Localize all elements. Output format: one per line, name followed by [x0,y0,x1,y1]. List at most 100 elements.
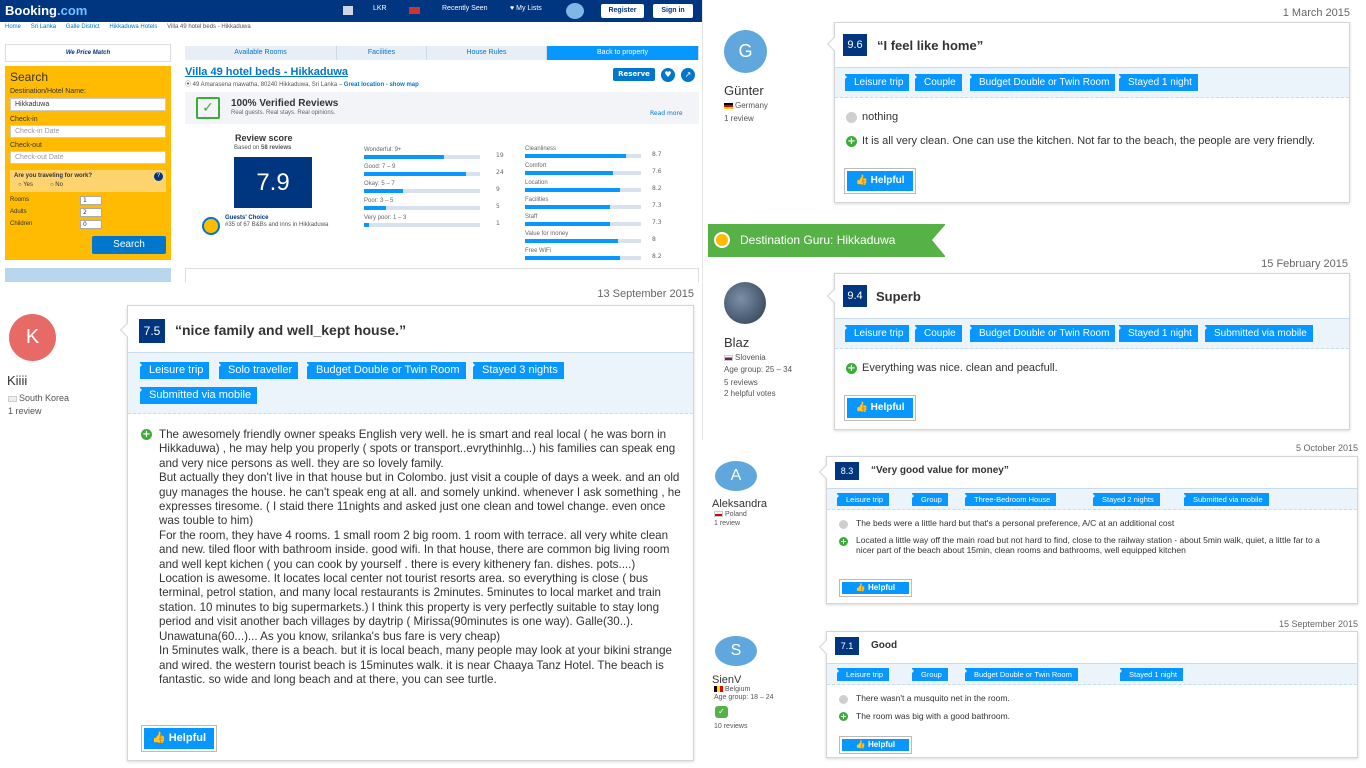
price-match-banner[interactable]: We Price Match [5,44,171,62]
distribution-bar[interactable] [364,155,480,159]
reserve-button[interactable]: Reserve [613,68,655,81]
positive-icon: + [839,537,848,546]
helpful-inner: 👍 Helpful [144,728,214,749]
language-flag-icon[interactable] [409,7,420,14]
thumbs-up-icon: 👍 [855,583,869,592]
recently-seen-link[interactable]: Recently Seen [442,5,488,12]
distribution-bar[interactable] [364,172,480,176]
helpful-label: Helpful [870,175,905,186]
distribution-bar[interactable] [364,206,480,210]
tag-stay-length: Stayed 1 night [1118,74,1198,91]
distribution-bar-fill [364,189,403,193]
card-pointer [818,464,834,480]
work-yes-radio[interactable]: ○ Yes [18,182,33,188]
tab-back-to-property[interactable]: Back to property [547,46,699,60]
work-no-radio[interactable]: ○ No [50,182,63,188]
helpful-button[interactable]: 👍 Helpful [141,725,217,752]
distribution-label: Okay: 5 – 7 [364,181,395,187]
tag-traveller-type: Group [911,668,948,681]
tab-available-rooms[interactable]: Available Rooms [185,46,337,60]
adults-select[interactable]: 2 [80,208,102,217]
tag-room-type: Budget Double or Twin Room [968,325,1116,342]
tag-traveller-type: Solo traveller [217,362,299,379]
distribution-count: 1 [496,220,500,227]
register-button[interactable]: Register [601,4,644,18]
review-count: 58 reviews [261,145,292,151]
category-bar [525,171,641,175]
adults-label: Adults [10,209,27,215]
reviewer-review-count: 10 reviews [714,723,748,730]
category-label: Free WiFi [525,248,551,254]
reviewer-country: South Korea [8,393,69,403]
checkin-field[interactable]: Check-in Date [10,125,166,138]
card-pointer [119,322,135,338]
distribution-count: 24 [496,169,504,176]
help-icon[interactable]: ? [154,172,163,181]
my-lists-label: My Lists [516,5,542,12]
review-score-badge: 8.3 [835,462,859,480]
helpful-inner: 👍 Helpful [847,171,913,191]
message-icon[interactable] [343,6,353,15]
distribution-bar[interactable] [364,189,480,193]
map-thumbnail[interactable] [5,268,171,282]
tag-trip-type: Leisure trip [835,493,890,506]
positive-review-text: Everything was nice. clean and peacfull. [862,362,1058,374]
destination-input[interactable]: Hikkaduwa [10,98,166,111]
guests-choice-title: Guests' Choice [225,215,269,221]
country-label: Germany [735,101,768,110]
breadcrumb-home[interactable]: Home [5,24,21,30]
helpful-button[interactable]: 👍 Helpful [839,579,912,597]
currency-selector[interactable]: LKR [373,5,387,12]
favorite-heart-icon[interactable]: ♥ [661,68,675,82]
breadcrumb-city[interactable]: Hikkaduwa Hotels [109,24,157,30]
breadcrumb: Home Sri Lanka Galle District Hikkaduwa … [5,24,259,30]
search-button[interactable]: Search [92,236,166,254]
address-text: 49 Amarasena mawatha, 80240 Hikkaduwa, S… [192,82,343,88]
checkout-field[interactable]: Check-out Date [10,151,166,164]
positive-review-text: The room was big with a good bathroom. [856,711,1011,721]
tab-facilities[interactable]: Facilities [337,46,427,60]
rooms-select[interactable]: 1 [80,196,102,205]
reviewer-review-count: 1 review [714,520,741,527]
tag-trip-type: Leisure trip [843,74,910,91]
booking-logo[interactable]: Booking.com [5,3,87,18]
sign-in-button[interactable]: Sign in [653,4,693,18]
review-card: 8.3 “Very good value for money” Leisure … [818,456,1358,604]
helpful-button[interactable]: 👍 Helpful [844,168,916,194]
distribution-bar-fill [364,206,386,210]
tag-stay-length: Stayed 1 night [1118,325,1198,342]
category-label: Cleanliness [525,146,557,152]
reviewer-country: Slovenia [724,353,766,362]
thumbs-up-icon: 👍 [855,175,871,186]
tag-stay-length: Stayed 2 nights [1092,493,1160,506]
helpful-button[interactable]: 👍 Helpful [844,395,916,421]
show-map-link[interactable]: Great location - show map [344,82,419,88]
reviewer-country: Germany [724,101,768,110]
helpful-button[interactable]: 👍 Helpful [839,736,912,754]
country-label: Belgium [725,686,751,693]
tab-house-rules[interactable]: House Rules [427,46,547,60]
my-lists-link[interactable]: ♥ My Lists [510,5,542,12]
avatar: S [715,636,757,666]
card-pointer [826,288,842,304]
category-score: 8.2 [652,253,662,260]
tag-stay-length: Stayed 1 night [1119,668,1183,681]
share-icon[interactable]: ↗ [681,68,695,82]
hotel-name-link[interactable]: Villa 49 hotel beds - Hikkaduwa [185,66,348,78]
breadcrumb-country[interactable]: Sri Lanka [31,24,56,30]
positive-icon: + [846,136,857,147]
read-more-link[interactable]: Read more [650,110,683,117]
category-bar [525,222,641,226]
distribution-bar[interactable] [364,223,480,227]
genius-icon[interactable] [566,3,584,19]
category-score: 8.2 [652,185,662,192]
checkin-placeholder: Check-in Date [15,128,60,135]
positive-icon: + [846,363,857,374]
category-bar-fill [525,171,614,175]
yes-label: Yes [23,182,33,188]
positive-review-text: It is all very clean. One can use the ki… [862,135,1315,147]
avatar [724,282,766,324]
children-select[interactable]: 0 [80,220,102,229]
category-label: Facilities [525,197,549,203]
breadcrumb-district[interactable]: Galle District [66,24,100,30]
